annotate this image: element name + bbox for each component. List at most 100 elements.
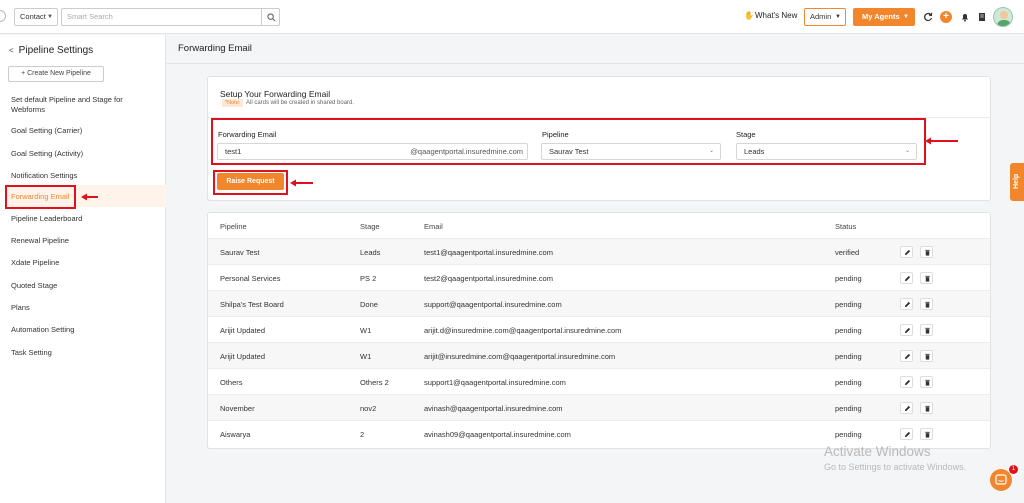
stage-select[interactable]: Leads ⌄ — [736, 143, 917, 160]
sidebar-item-automation[interactable]: Automation Setting — [11, 325, 74, 334]
edit-button[interactable] — [900, 324, 913, 336]
edit-button[interactable] — [900, 428, 913, 440]
sidebar-item-default-pipeline[interactable]: Set default Pipeline and Stage for — [11, 95, 123, 104]
table-row: Arijit Updated W1 arijit.d@insuredmine.c… — [208, 316, 990, 342]
sidebar-item-notification[interactable]: Notification Settings — [11, 171, 77, 180]
edit-button[interactable] — [900, 246, 913, 258]
contact-select-label: Contact — [20, 12, 46, 21]
stage-label: Stage — [736, 130, 756, 139]
sidebar-item-leaderboard[interactable]: Pipeline Leaderboard — [11, 214, 82, 223]
annotation-highlight-box — [5, 185, 76, 209]
cell-status: pending — [835, 404, 862, 413]
cell-email: support@qaagentportal.insuredmine.com — [424, 300, 562, 309]
edit-button[interactable] — [900, 350, 913, 362]
note-badge: *Note: — [222, 99, 244, 107]
table-row: Arijit Updated W1 arijit@insuredmine.com… — [208, 342, 990, 368]
edit-button[interactable] — [900, 402, 913, 414]
note-text: All cards will be created in shared boar… — [246, 100, 355, 106]
activate-windows-subtext: Go to Settings to activate Windows. — [824, 462, 967, 472]
page-title: Forwarding Email — [178, 43, 252, 54]
refresh-icon[interactable] — [923, 12, 933, 22]
column-header-status: Status — [835, 222, 857, 231]
trash-icon — [925, 275, 930, 282]
chat-button[interactable] — [990, 469, 1012, 491]
delete-button[interactable] — [920, 350, 933, 362]
my-agents-button[interactable]: My Agents ▼ — [853, 8, 915, 26]
pencil-icon — [904, 379, 911, 386]
help-tab[interactable]: Help — [1010, 163, 1024, 201]
chat-icon — [995, 474, 1007, 485]
pipeline-select-value: Saurav Test — [549, 147, 589, 156]
trash-icon — [925, 353, 930, 360]
avatar[interactable] — [993, 7, 1013, 27]
delete-button[interactable] — [920, 246, 933, 258]
delete-button[interactable] — [920, 376, 933, 388]
table-row: Shilpa's Test Board Done support@qaagent… — [208, 290, 990, 316]
cell-status: pending — [835, 378, 862, 387]
cell-email: test1@qaagentportal.insuredmine.com — [424, 248, 553, 257]
annotation-arrow-icon — [290, 179, 313, 187]
chevron-down-icon: ▼ — [903, 14, 909, 20]
pencil-icon — [904, 275, 911, 282]
delete-button[interactable] — [920, 298, 933, 310]
cell-stage: Done — [360, 300, 378, 309]
stage-select-value: Leads — [744, 147, 765, 156]
sidebar-item-task[interactable]: Task Setting — [11, 348, 52, 357]
annotation-arrow-icon — [81, 193, 98, 201]
trash-icon — [925, 249, 930, 256]
cell-status: pending — [835, 274, 862, 283]
search-icon — [267, 13, 276, 22]
bell-icon[interactable] — [960, 12, 970, 22]
collapse-icon[interactable] — [0, 10, 6, 22]
add-icon[interactable]: + — [940, 11, 952, 23]
edit-button[interactable] — [900, 376, 913, 388]
chat-notification-badge: 1 — [1009, 465, 1018, 474]
delete-button[interactable] — [920, 272, 933, 284]
edit-button[interactable] — [900, 298, 913, 310]
sidebar-item-renewal[interactable]: Renewal Pipeline — [11, 236, 69, 245]
contact-type-select[interactable]: Contact ▼ — [14, 8, 58, 26]
sidebar-item-xdate[interactable]: Xdate Pipeline — [11, 258, 59, 267]
whats-new-link[interactable]: ✋What's New — [744, 11, 797, 20]
trash-icon — [925, 405, 930, 412]
whats-new-label: What's New — [754, 11, 798, 20]
cell-pipeline: November — [220, 404, 255, 413]
edit-button[interactable] — [900, 272, 913, 284]
table-row: November nov2 avinash@qaagentportal.insu… — [208, 394, 990, 420]
delete-button[interactable] — [920, 402, 933, 414]
cell-email: support1@qaagentportal.insuredmine.com — [424, 378, 566, 387]
pipeline-label: Pipeline — [542, 130, 569, 139]
column-header-stage: Stage — [360, 222, 380, 231]
delete-button[interactable] — [920, 324, 933, 336]
forwarding-email-label: Forwarding Email — [218, 130, 277, 139]
cell-stage: Leads — [360, 248, 381, 257]
search-input[interactable]: Smart Search — [61, 8, 261, 26]
raise-request-button[interactable]: Raise Request — [217, 173, 284, 190]
forwarding-email-domain: @qaagentportal.insuredmine.com — [410, 147, 523, 156]
create-pipeline-button[interactable]: + Create New Pipeline — [8, 66, 104, 82]
forwarding-email-table: Pipeline Stage Email Status Saurav Test … — [207, 212, 991, 449]
cell-email: arijit.d@insuredmine.com@qaagentportal.i… — [424, 326, 622, 335]
sidebar-item-quoted[interactable]: Quoted Stage — [11, 281, 57, 290]
activate-windows-watermark: Activate Windows — [824, 444, 931, 459]
cell-email: arijit@insuredmine.com@qaagentportal.ins… — [424, 352, 616, 361]
pencil-icon — [904, 249, 911, 256]
document-icon[interactable] — [977, 12, 987, 22]
forwarding-email-field[interactable]: test1 @qaagentportal.insuredmine.com — [217, 143, 528, 160]
pencil-icon — [904, 431, 911, 438]
pipeline-select[interactable]: Saurav Test ⌄ — [541, 143, 721, 160]
table-row: Others Others 2 support1@qaagentportal.i… — [208, 368, 990, 394]
cell-pipeline: Shilpa's Test Board — [220, 300, 284, 309]
search-button[interactable] — [261, 8, 280, 26]
sidebar-title[interactable]: < Pipeline Settings — [9, 45, 93, 56]
trash-icon — [925, 327, 930, 334]
setup-title: Setup Your Forwarding Email — [220, 89, 331, 99]
sidebar-item-plans[interactable]: Plans — [11, 303, 30, 312]
admin-role-select[interactable]: Admin ▼ — [804, 8, 846, 26]
sidebar-item-goal-activity[interactable]: Goal Setting (Activity) — [11, 149, 83, 158]
delete-button[interactable] — [920, 428, 933, 440]
cell-pipeline: Others — [220, 378, 243, 387]
sidebar-item-goal-carrier[interactable]: Goal Setting (Carrier) — [11, 126, 82, 135]
table-row: Saurav Test Leads test1@qaagentportal.in… — [208, 238, 990, 264]
sidebar-item-default-pipeline-line2[interactable]: Webforms — [11, 105, 45, 114]
